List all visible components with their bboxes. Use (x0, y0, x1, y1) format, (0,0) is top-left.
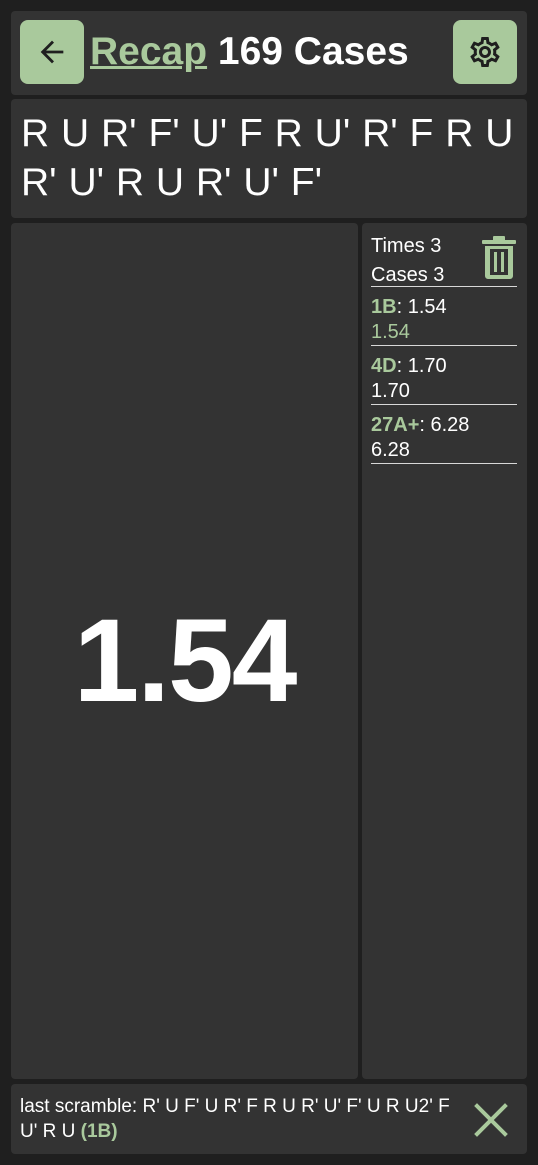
recap-link[interactable]: Recap (90, 30, 207, 73)
last-scramble-case[interactable]: (1B) (81, 1121, 118, 1142)
time-entry[interactable]: 1B: 1.54 1.54 (371, 287, 517, 346)
times-count: 3 (430, 235, 442, 257)
scramble-text: R U R' F' U' F R U' R' F R U R' U' R U R… (21, 112, 514, 204)
close-button[interactable] (473, 1102, 509, 1138)
entry-time: 1.54 (407, 296, 447, 318)
back-button[interactable] (20, 20, 84, 84)
header-bar: Recap 169 Cases (11, 11, 527, 95)
close-icon (474, 1103, 508, 1137)
entry-detail: 1.70 (371, 380, 410, 402)
stats-panel: Times 3 Cases 3 1B: 1.54 1.54 4D: 1.70 1… (362, 223, 527, 1079)
entry-case-line: 4D: 1.70 (371, 355, 447, 377)
entry-time: 1.70 (407, 355, 447, 377)
stats-summary: Times 3 Cases 3 (371, 232, 517, 287)
trash-icon (482, 236, 516, 279)
entry-detail: 6.28 (371, 439, 410, 461)
cases-label: Cases (371, 264, 428, 286)
gear-icon (470, 37, 500, 67)
entry-case: 1B (371, 296, 397, 318)
entry-time: 6.28 (430, 414, 470, 436)
title-case-count: 169 Cases (217, 30, 409, 73)
timer-panel[interactable]: 1.54 (11, 223, 358, 1079)
entry-case: 4D (371, 355, 397, 377)
last-scramble-label: last scramble: (20, 1096, 138, 1117)
last-scramble-text: last scramble: R' U F' U R' F R U R' U' … (20, 1094, 460, 1144)
entry-detail: 1.54 (371, 321, 410, 343)
last-scramble-bar: last scramble: R' U F' U R' F R U R' U' … (11, 1084, 527, 1154)
time-entry[interactable]: 4D: 1.70 1.70 (371, 346, 517, 405)
time-entry[interactable]: 27A+: 6.28 6.28 (371, 405, 517, 464)
timer-display: 1.54 (73, 595, 298, 727)
clear-times-button[interactable] (479, 235, 519, 281)
times-label: Times (371, 235, 425, 257)
cases-count: 3 (433, 264, 445, 286)
entry-case: 27A+ (371, 414, 420, 436)
arrow-left-icon (40, 40, 64, 64)
entry-case-line: 1B: 1.54 (371, 296, 447, 318)
entry-case-line: 27A+: 6.28 (371, 414, 470, 436)
settings-button[interactable] (453, 20, 517, 84)
page-title: Recap 169 Cases (90, 27, 409, 77)
scramble-panel: R U R' F' U' F R U' R' F R U R' U' R U R… (11, 99, 527, 218)
